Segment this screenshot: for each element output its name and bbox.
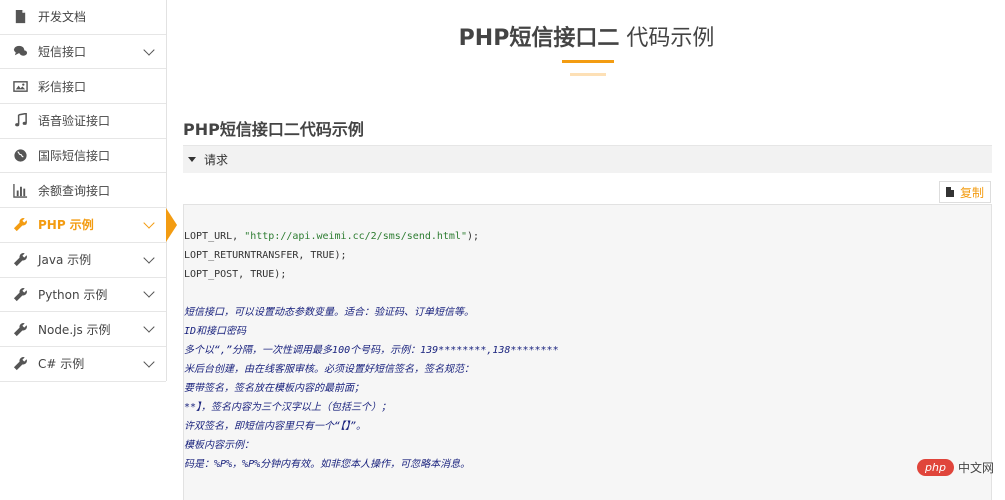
section-title: PHP短信接口二代码示例 [183,120,364,139]
code-line: LOPT_URL, "http://api.weimi.cc/2/sms/sen… [184,227,559,246]
code-text: ); [466,231,480,242]
globe-icon [11,148,29,164]
code-string: "http://api.weimi.cc/2/sms/send.html" [244,231,467,242]
image-icon [11,78,29,94]
sidebar-item[interactable]: 开发文档 [0,0,166,35]
page-title: PHP短信接口二 代码示例 [168,20,1005,52]
wrench-icon [11,286,29,302]
code-lines: LOPT_URL, "http://api.weimi.cc/2/sms/sen… [184,227,559,474]
code-line: 短信接口，可以设置动态参数变量。适合：验证码、订单短信等。 [184,303,559,322]
code-line: LOPT_RETURNTRANSFER, TRUE); [184,246,559,265]
code-comment: 要带签名，签名放在模板内容的最前面； [184,383,364,394]
sidebar-item-label: Java 示例 [38,253,92,268]
caret-down-icon [188,157,196,162]
wrench-icon [11,252,29,268]
code-text: LOPT_RETURNTRANSFER, TRUE); [184,250,347,261]
code-line: 模板内容示例： [184,436,559,455]
chevron-down-icon [143,217,155,229]
request-label: 请求 [204,153,229,167]
sidebar: 开发文档短信接口彩信接口语音验证接口 国际短信接口 余额查询接口 PHP 示例 Java… [0,0,177,382]
sidebar-item-label: Python 示例 [38,287,108,302]
wrench-icon [11,356,29,372]
sidebar-item[interactable]: Python 示例 [0,277,166,313]
code-block: LOPT_URL, "http://api.weimi.cc/2/sms/sen… [183,204,992,500]
chat-bubbles-icon [11,44,29,60]
request-toggle[interactable]: 请求 [183,145,992,173]
sidebar-item[interactable]: C# 示例 [0,346,166,382]
sidebar-item[interactable]: 余额查询接口 [0,173,166,209]
code-line: 多个以“,”分隔，一次性调用最多100个号码，示例：139********,13… [184,341,559,360]
code-comment: 米后台创建，由在线客服审核。必须设置好短信签名，签名规范： [184,364,474,375]
chevron-down-icon [143,286,155,299]
sidebar-item[interactable]: 短信接口 [0,34,166,70]
bar-chart-icon [11,182,29,198]
sidebar-item-label: 短信接口 [38,45,87,60]
title-underline-light [570,73,606,76]
watermark-pill: php [917,459,954,476]
code-comment: 码是：%P%，%P%分钟内有效。如非您本人操作，可忽略本消息。 [184,459,471,470]
chevron-down-icon [143,251,155,264]
sidebar-item[interactable]: Node.js 示例 [0,312,166,347]
sidebar-item-label: 国际短信接口 [38,149,111,164]
active-pointer [166,207,177,242]
chevron-down-icon [143,321,155,333]
code-line: **】，签名内容为三个汉字以上（包括三个）； [184,398,559,417]
code-line: 码是：%P%，%P%分钟内有效。如非您本人操作，可忽略本消息。 [184,455,559,474]
music-note-icon [11,113,29,129]
code-line: ID和接口密码 [184,322,559,341]
code-line: 要带签名，签名放在模板内容的最前面； [184,379,559,398]
sidebar-item[interactable]: PHP 示例 [0,207,177,243]
sidebar-item[interactable]: 国际短信接口 [0,138,166,174]
code-text: LOPT_POST, TRUE); [184,269,287,280]
sidebar-item[interactable]: 彩信接口 [0,69,166,105]
sidebar-item-label: 余额查询接口 [38,183,111,198]
sidebar-item[interactable]: 语音验证接口 [0,104,166,139]
title-underline [562,60,614,63]
sidebar-item-label: PHP 示例 [38,218,94,233]
wrench-icon [11,321,29,337]
code-comment: ID和接口密码 [184,326,247,337]
code-comment: 短信接口，可以设置动态参数变量。适合：验证码、订单短信等。 [184,307,474,318]
page-title-rest: 代码示例 [619,26,715,51]
code-line: 米后台创建，由在线客服审核。必须设置好短信签名，签名规范： [184,360,559,379]
sidebar-item-label: 开发文档 [38,10,87,25]
watermark: php 中文网 [917,459,994,476]
chevron-down-icon [143,43,155,56]
sidebar-item[interactable]: Java 示例 [0,242,166,278]
code-line: 许双签名，即短信内容里只有一个“【】”。 [184,417,559,436]
sidebar-item-label: Node.js 示例 [38,322,111,337]
copy-icon [945,187,954,197]
code-comment: **】，签名内容为三个汉字以上（包括三个）； [184,402,392,413]
copy-button[interactable]: 复制 [939,181,991,203]
chevron-down-icon [143,356,155,368]
code-comment: 许双签名，即短信内容里只有一个“【】”。 [184,421,367,432]
code-comment: 多个以“,”分隔，一次性调用最多100个号码，示例：139********,13… [184,345,559,356]
code-comment: 模板内容示例： [184,440,254,451]
code-line: LOPT_POST, TRUE); [184,265,559,284]
wrench-icon [11,217,29,233]
page-title-strong: PHP短信接口二 [458,26,620,51]
watermark-text: 中文网 [957,461,994,475]
sidebar-item-label: 语音验证接口 [38,114,111,129]
document-icon [11,9,29,25]
copy-label: 复制 [959,185,984,200]
sidebar-item-label: C# 示例 [38,357,85,372]
sidebar-item-label: 彩信接口 [38,79,87,94]
code-text: LOPT_URL, [184,231,245,242]
